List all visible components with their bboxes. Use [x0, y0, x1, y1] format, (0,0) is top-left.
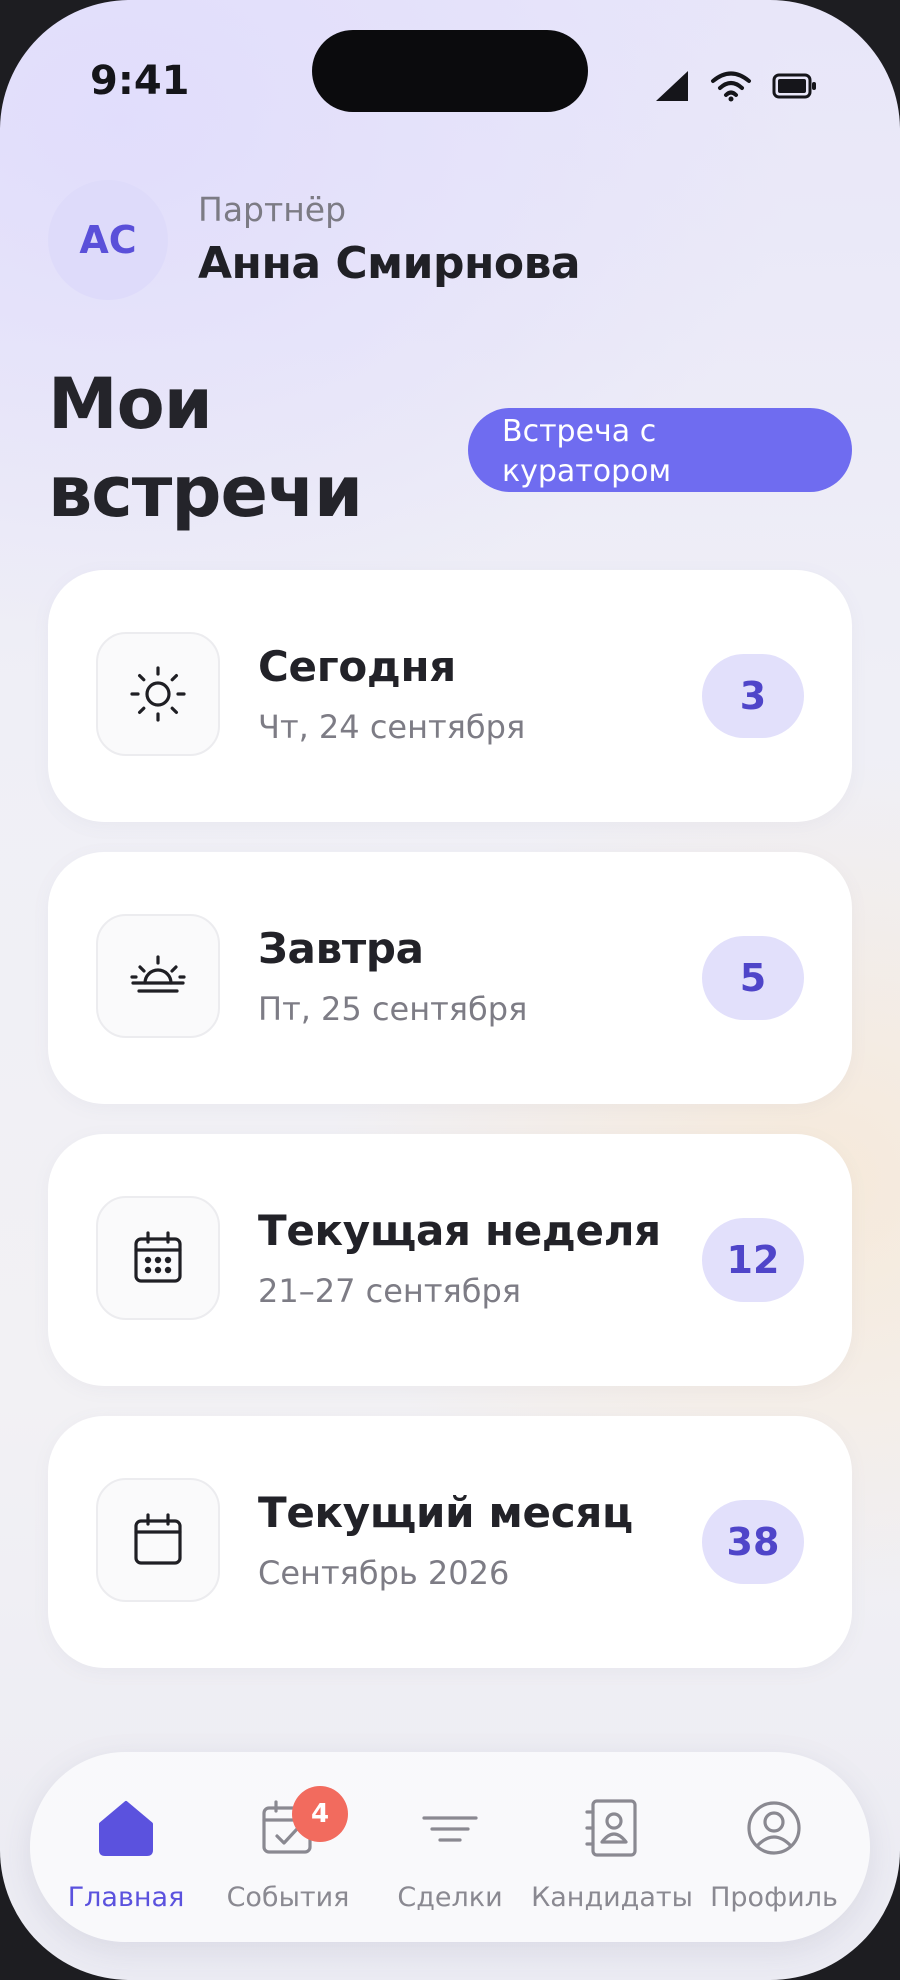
tab-label: Профиль: [710, 1882, 838, 1913]
home-icon: [99, 1801, 153, 1856]
tab-label: Главная: [67, 1882, 185, 1913]
page-title: Мои встречи: [48, 363, 363, 533]
tab-label: События: [226, 1882, 350, 1913]
card-icon-box: [96, 1478, 220, 1602]
tab-label: Кандидаты: [531, 1882, 693, 1913]
avatar[interactable]: АС: [48, 180, 168, 300]
filter-icon: [422, 1816, 478, 1842]
meeting-count-badge: 12: [702, 1218, 804, 1302]
tab-profile[interactable]: Профиль: [690, 1752, 858, 1942]
cellular-signal-icon: [656, 71, 688, 101]
meetings-today-card[interactable]: Сегодня Чт, 24 сентября 3: [48, 570, 852, 822]
card-date: Сентябрь 2026: [258, 1554, 510, 1592]
card-title: Текущий месяц: [258, 1488, 633, 1537]
dynamic-island: [312, 30, 588, 112]
card-icon-box: [96, 914, 220, 1038]
meeting-count-badge: 3: [702, 654, 804, 738]
card-title: Сегодня: [258, 642, 456, 691]
tab-candidates[interactable]: Кандидаты: [528, 1752, 696, 1942]
wifi-icon: [711, 71, 751, 102]
tab-home[interactable]: Главная: [42, 1752, 210, 1942]
sun-icon: [130, 666, 186, 722]
profile-icon: [747, 1801, 801, 1855]
tab-deals[interactable]: Сделки: [366, 1752, 534, 1942]
contacts-icon: [585, 1799, 637, 1857]
user-role: Партнёр: [198, 190, 347, 229]
card-date: Пт, 25 сентября: [258, 990, 528, 1028]
tab-events[interactable]: События: [204, 1752, 372, 1942]
card-icon-box: [96, 1196, 220, 1320]
battery-icon: [772, 73, 816, 99]
sunrise-icon: [130, 955, 186, 993]
user-name: Анна Смирнова: [198, 238, 581, 289]
status-time: 9:41: [90, 58, 190, 104]
card-date: Чт, 24 сентября: [258, 708, 526, 746]
meeting-count-badge: 5: [702, 936, 804, 1020]
meetings-week-card[interactable]: Текущая неделя 21–27 сентября 12: [48, 1134, 852, 1386]
phone-screen: 9:41 АС Партнёр Анна Смирнова Мои встреч…: [0, 0, 900, 1980]
meeting-count-badge: 38: [702, 1500, 804, 1584]
meetings-month-card[interactable]: Текущий месяц Сентябрь 2026 38: [48, 1416, 852, 1668]
card-title: Завтра: [258, 924, 424, 973]
status-icons: [654, 66, 818, 106]
bottom-tab-bar: Главная События 4 Сделки Кандидаты Профи…: [30, 1752, 870, 1942]
meetings-tomorrow-card[interactable]: Завтра Пт, 25 сентября 5: [48, 852, 852, 1104]
curator-meeting-button[interactable]: Встреча с куратором: [468, 408, 852, 492]
card-date: 21–27 сентября: [258, 1272, 521, 1310]
events-notification-badge: 4: [292, 1786, 348, 1842]
tab-label: Сделки: [397, 1882, 503, 1913]
calendar-icon: [134, 1513, 182, 1565]
calendar-week-icon: [134, 1231, 182, 1283]
card-title: Текущая неделя: [258, 1206, 661, 1255]
card-icon-box: [96, 632, 220, 756]
